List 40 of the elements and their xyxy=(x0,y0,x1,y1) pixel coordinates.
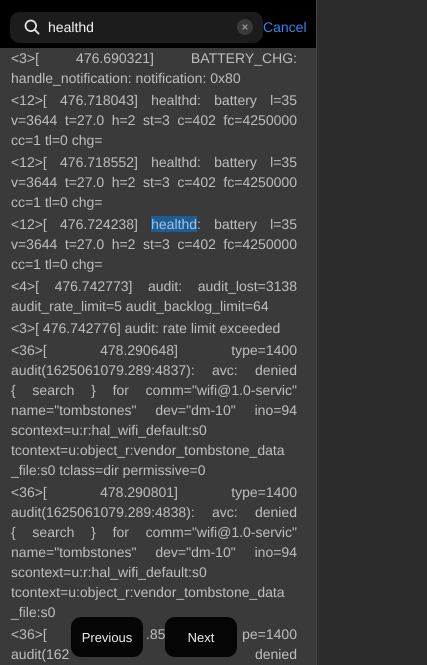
log-line: name="tombstones" dev="dm-10" ino=94 xyxy=(11,543,297,562)
log-text: <36>[ xyxy=(11,625,47,644)
log-line: audit(1625061079.289:4837): avc: denied xyxy=(11,361,297,380)
log-line: <12>[ 476.724238] healthd: battery l=35 xyxy=(11,215,297,234)
next-button[interactable]: Next xyxy=(165,617,237,657)
log-line: <12>[ 476.718552] healthd: battery l=35 xyxy=(11,153,297,172)
log-line: scontext=u:r:hal_wifi_default:s0 xyxy=(11,421,208,440)
log-line: _file:s0 xyxy=(11,603,56,622)
log-line: audit(1625061079.289:4838): avc: denied xyxy=(11,503,297,522)
log-line: scontext=u:r:hal_wifi_default:s0 xyxy=(11,563,208,582)
clear-icon[interactable] xyxy=(237,19,253,35)
log-line: audit_rate_limit=5 audit_backlog_limit=64 xyxy=(11,297,269,316)
search-input[interactable]: healthd xyxy=(48,19,229,35)
log-line: <4>[ 476.742773] audit: audit_lost=3138 xyxy=(11,277,297,296)
search-icon xyxy=(24,19,40,35)
log-line: _file:s0 tclass=dir permissive=0 xyxy=(11,461,206,480)
log-line: name="tombstones" dev="dm-10" ino=94 xyxy=(11,401,297,420)
log-line: <3>[ 476.742776] audit: rate limit exceeded xyxy=(11,319,280,338)
log-line: <12>[ 476.718043] healthd: battery l=35 xyxy=(11,91,297,110)
cancel-button[interactable]: Cancel xyxy=(263,19,307,35)
log-line: cc=1 tl=0 chg= xyxy=(11,193,102,212)
log-line: { search } for comm="wifi@1.0-servic" xyxy=(11,523,297,542)
log-line: v=3644 t=27.0 h=2 st=3 c=402 fc=4250000 xyxy=(11,173,297,192)
log-text: .85 xyxy=(146,625,166,644)
log-text: audit(162 xyxy=(11,645,70,664)
log-text: denied xyxy=(254,645,297,664)
log-line: <3>[ 476.690321] BATTERY_CHG: xyxy=(11,49,297,68)
log-line: cc=1 tl=0 chg= xyxy=(11,131,102,150)
log-line: <36>[ 478.290648] type=1400 xyxy=(11,341,297,360)
log-line: cc=1 tl=0 chg= xyxy=(11,255,102,274)
previous-button[interactable]: Previous xyxy=(71,617,143,657)
log-line: v=3644 t=27.0 h=2 st=3 c=402 fc=4250000 xyxy=(11,111,297,130)
log-line: handle_notification: notification: 0x80 xyxy=(11,69,241,88)
log-line: tcontext=u:object_r:vendor_tombstone_data xyxy=(11,583,286,602)
log-line: v=3644 t=27.0 h=2 st=3 c=402 fc=4250000 xyxy=(11,235,297,254)
log-line: <36>[ 478.290801] type=1400 xyxy=(11,483,297,502)
log-text: pe=1400 xyxy=(242,625,297,644)
search-bar[interactable]: healthd xyxy=(10,12,263,42)
log-line: tcontext=u:object_r:vendor_tombstone_data xyxy=(11,441,286,460)
log-line: { search } for comm="wifi@1.0-servic" xyxy=(11,381,297,400)
